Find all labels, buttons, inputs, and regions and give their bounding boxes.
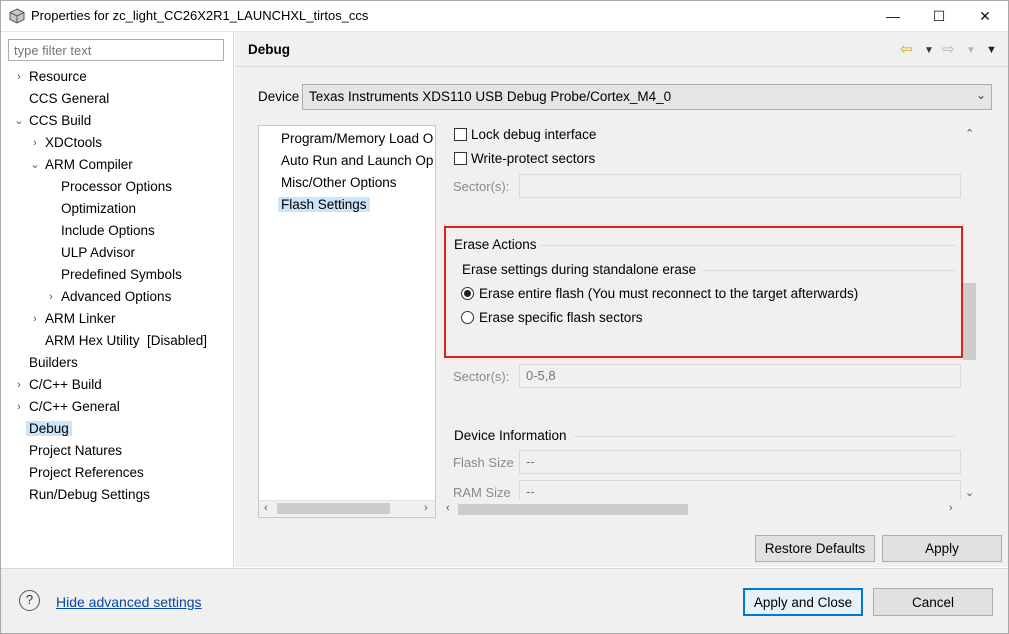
tree-item-run-debug-settings[interactable]: Run/Debug Settings	[29, 484, 150, 506]
flash-size-field: --	[519, 450, 961, 474]
window-title: Properties for zc_light_CC26X2R1_LAUNCHX…	[31, 8, 369, 23]
device-label: Device	[258, 89, 300, 104]
page-title: Debug	[248, 42, 290, 57]
hide-advanced-settings-link[interactable]: Hide advanced settings	[56, 594, 202, 610]
sectors-label: Sector(s):	[453, 369, 510, 384]
tree-item-advanced-options[interactable]: › Advanced Options	[49, 286, 171, 308]
scroll-left-icon[interactable]: ‹	[264, 502, 268, 514]
tree-item-cpp-general[interactable]: › C/C++ General	[17, 396, 120, 418]
page-header	[235, 33, 1008, 67]
lock-debug-label: Lock debug interface	[471, 127, 597, 142]
scroll-down-icon[interactable]: ⌄	[965, 486, 974, 499]
tree-item-resource[interactable]: › Resource	[17, 66, 87, 88]
back-arrow-icon[interactable]: ⇦	[900, 40, 913, 58]
lock-debug-checkbox[interactable]	[454, 128, 467, 141]
tree-item-cpp-build[interactable]: › C/C++ Build	[17, 374, 102, 396]
chevron-down-icon[interactable]: ⌄	[13, 110, 25, 132]
sectors-input[interactable]: 0-5,8	[519, 364, 961, 388]
scroll-right-icon[interactable]: ›	[424, 502, 428, 514]
scroll-up-icon[interactable]: ⌃	[965, 127, 974, 140]
category-program-memory-load[interactable]: Program/Memory Load O	[281, 128, 433, 150]
sectors-label: Sector(s):	[453, 179, 510, 194]
view-menu-icon[interactable]: ▼	[986, 44, 997, 56]
tree-item-ulp-advisor[interactable]: ULP Advisor	[61, 242, 135, 264]
flash-size-label: Flash Size	[453, 455, 514, 470]
tree-item-arm-linker[interactable]: › ARM Linker	[33, 308, 115, 330]
category-flash-settings[interactable]: Flash Settings	[278, 194, 370, 216]
device-select[interactable]: Texas Instruments XDS110 USB Debug Probe…	[302, 84, 992, 110]
group-divider	[574, 436, 956, 437]
tree-item-xdctools[interactable]: › XDCtools	[33, 132, 102, 154]
apply-button[interactable]: Apply	[882, 535, 1002, 562]
chevron-right-icon[interactable]: ›	[29, 308, 41, 330]
category-hscroll-thumb[interactable]	[277, 503, 390, 514]
tree-item-project-references[interactable]: Project References	[29, 462, 144, 484]
tree-item-arm-hex-utility[interactable]: ARM Hex Utility [Disabled]	[45, 330, 207, 352]
chevron-right-icon[interactable]: ›	[13, 66, 25, 88]
maximize-button[interactable]: ☐	[916, 0, 962, 32]
write-protect-label: Write-protect sectors	[471, 151, 596, 166]
settings-hscroll-thumb[interactable]	[458, 504, 688, 515]
ram-size-label: RAM Size	[453, 485, 511, 500]
category-auto-run-launch[interactable]: Auto Run and Launch Op	[281, 150, 433, 172]
forward-dropdown-icon: ▼	[966, 45, 976, 56]
tree-item-builders[interactable]: Builders	[29, 352, 78, 374]
scroll-right-icon[interactable]: ›	[949, 502, 953, 514]
tree-item-debug[interactable]: Debug	[26, 418, 72, 440]
chevron-right-icon[interactable]: ›	[29, 132, 41, 154]
write-protect-checkbox[interactable]	[454, 152, 467, 165]
tree-item-processor-options[interactable]: Processor Options	[61, 176, 172, 198]
erase-actions-highlight	[444, 226, 963, 358]
chevron-down-icon[interactable]: ⌄	[976, 88, 986, 102]
forward-arrow-icon: ⇨	[942, 41, 955, 58]
sectors-input-top[interactable]	[519, 174, 961, 198]
apply-and-close-button[interactable]: Apply and Close	[743, 588, 863, 616]
restore-defaults-button[interactable]: Restore Defaults	[755, 535, 875, 562]
device-info-title: Device Information	[454, 428, 567, 443]
tree-item-arm-compiler[interactable]: ⌄ ARM Compiler	[30, 154, 132, 176]
tree-item-optimization[interactable]: Optimization	[61, 198, 136, 220]
chevron-right-icon[interactable]: ›	[13, 396, 25, 418]
app-icon	[9, 8, 25, 24]
minimize-button[interactable]: —	[870, 0, 916, 32]
help-icon[interactable]: ?	[19, 590, 40, 611]
tree-item-project-natures[interactable]: Project Natures	[29, 440, 122, 462]
filter-input[interactable]	[8, 39, 224, 61]
tree-item-ccs-build[interactable]: ⌄ CCS Build	[14, 110, 91, 132]
tree-item-include-options[interactable]: Include Options	[61, 220, 155, 242]
back-dropdown-icon[interactable]: ▼	[924, 45, 934, 56]
scroll-left-icon[interactable]: ‹	[446, 502, 450, 514]
tree-item-ccs-general[interactable]: CCS General	[29, 88, 109, 110]
cancel-button[interactable]: Cancel	[873, 588, 993, 616]
tree-item-predefined-symbols[interactable]: Predefined Symbols	[61, 264, 182, 286]
category-list: Program/Memory Load O Auto Run and Launc…	[258, 125, 436, 518]
settings-vscroll-thumb[interactable]	[963, 283, 976, 360]
chevron-right-icon[interactable]: ›	[45, 286, 57, 308]
close-button[interactable]: ✕	[962, 0, 1008, 32]
category-misc-other-options[interactable]: Misc/Other Options	[281, 172, 397, 194]
chevron-down-icon[interactable]: ⌄	[29, 154, 41, 176]
chevron-right-icon[interactable]: ›	[13, 374, 25, 396]
